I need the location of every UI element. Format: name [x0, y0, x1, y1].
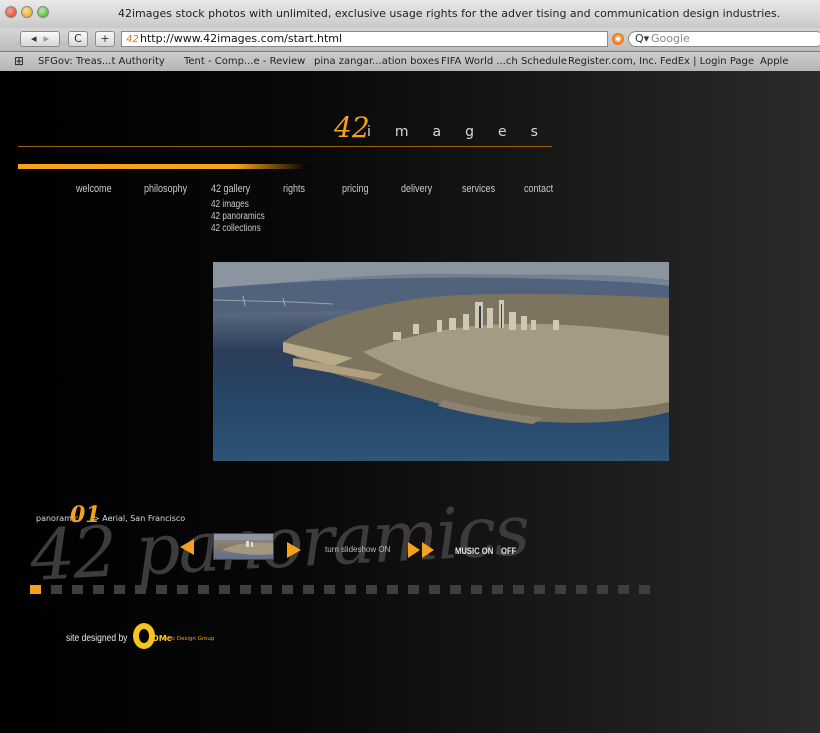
next-arrow-icon[interactable] [287, 542, 301, 558]
panoramic-thumbnail-art [214, 534, 273, 555]
panoramic-photo [213, 262, 669, 461]
nav-services[interactable]: services [462, 183, 495, 195]
search-placeholder: Google [651, 32, 690, 45]
reload-button[interactable]: C [68, 31, 88, 47]
site-favicon-icon: 42 [126, 34, 139, 45]
site-logo-word[interactable]: images [367, 124, 562, 140]
panoramic-photo-art [213, 262, 669, 424]
zoom-window-icon[interactable] [37, 6, 49, 18]
bookmark-item[interactable]: pina zangar...ation boxes [314, 56, 439, 67]
pager-square[interactable] [450, 585, 461, 594]
pager-square[interactable] [72, 585, 83, 594]
nav-sub-42-images[interactable]: 42 images [211, 199, 249, 210]
bookmark-item[interactable]: SFGov: Treas...t Authority [38, 56, 165, 67]
pager-square[interactable] [639, 585, 650, 594]
bookmarks-book-icon[interactable]: ⊞ [14, 54, 24, 68]
header-rule [18, 146, 552, 147]
pager-square[interactable] [198, 585, 209, 594]
pager-square[interactable] [177, 585, 188, 594]
pager-square[interactable] [492, 585, 503, 594]
omc-design-group-link[interactable]: OMc Design Group [163, 636, 214, 642]
pager-square[interactable] [303, 585, 314, 594]
pager-square[interactable] [219, 585, 230, 594]
back-forward-button[interactable]: ◂ ▸ [20, 31, 60, 47]
pager-square[interactable] [429, 585, 440, 594]
nav-contact[interactable]: contact [524, 183, 553, 195]
nav-sub-42-collections[interactable]: 42 collections [211, 223, 261, 234]
header-accent-bar [18, 164, 308, 169]
nav-pricing[interactable]: pricing [342, 183, 369, 195]
search-input[interactable]: Q▾ Google [628, 31, 820, 47]
pager-square[interactable] [618, 585, 629, 594]
search-icon: Q▾ [635, 32, 650, 45]
nav-42-gallery[interactable]: 42 gallery [211, 183, 250, 195]
panoramic-thumbnail[interactable] [213, 533, 274, 560]
pager-square[interactable] [282, 585, 293, 594]
back-arrow-icon[interactable]: ◂ [31, 32, 37, 45]
nav-delivery[interactable]: delivery [401, 183, 432, 195]
bookmark-item[interactable]: FedEx | Login Page [660, 56, 754, 67]
pager-square[interactable] [345, 585, 356, 594]
window-left-edge [0, 71, 12, 733]
window-title: 42images stock photos with unlimited, ex… [118, 7, 781, 20]
play-arrow-icon[interactable] [408, 542, 420, 558]
close-window-icon[interactable] [5, 6, 17, 18]
minimize-window-icon[interactable] [21, 6, 33, 18]
pager-square[interactable] [114, 585, 125, 594]
address-bar[interactable]: 42 http://www.42images.com/start.html [121, 31, 608, 47]
pager-square[interactable] [408, 585, 419, 594]
pager-square[interactable] [156, 585, 167, 594]
music-on-button[interactable]: MUSIC ON [455, 546, 493, 556]
site-logo-number[interactable]: 42 [334, 111, 370, 144]
pager-square[interactable] [576, 585, 587, 594]
bookmark-item[interactable]: Apple [760, 56, 788, 67]
pager-square[interactable] [261, 585, 272, 594]
bookmark-item[interactable]: Register.com, Inc. [568, 56, 657, 67]
window-titlebar: 42images stock photos with unlimited, ex… [0, 0, 820, 29]
add-bookmark-button[interactable]: + [95, 31, 115, 47]
pager-square[interactable] [240, 585, 251, 594]
nav-welcome[interactable]: welcome [76, 183, 112, 195]
nav-sub-42-panoramics[interactable]: 42 panoramics [211, 211, 265, 222]
bookmarks-bar: ⊞ SFGov: Treas...t Authority Tent - Comp… [0, 52, 820, 72]
bookmark-item[interactable]: FIFA World ...ch Schedule [441, 56, 567, 67]
pager-square[interactable] [597, 585, 608, 594]
pager-square[interactable] [513, 585, 524, 594]
rss-icon[interactable]: ◉ [612, 33, 624, 45]
credit-label: site designed by [66, 633, 128, 644]
pager-square[interactable] [555, 585, 566, 594]
pager-square[interactable] [387, 585, 398, 594]
bookmark-item[interactable]: Tent - Comp...e - Review [184, 56, 305, 67]
play-arrow-icon[interactable] [422, 542, 434, 558]
pager-square[interactable] [471, 585, 482, 594]
pager-square[interactable] [324, 585, 335, 594]
omc-logo-inner [139, 629, 149, 643]
pager-square[interactable] [135, 585, 146, 594]
window-controls [5, 6, 49, 18]
pager-square[interactable] [30, 585, 41, 594]
address-url: http://www.42images.com/start.html [140, 32, 343, 45]
panoramic-caption: > Aerial, San Francisco [93, 514, 186, 523]
pager-square[interactable] [93, 585, 104, 594]
previous-arrow-icon[interactable] [180, 539, 194, 555]
browser-toolbar: ◂ ▸ C + 42 http://www.42images.com/start… [0, 28, 820, 52]
slideshow-toggle[interactable]: turn slideshow ON [325, 545, 390, 554]
pager-square[interactable] [534, 585, 545, 594]
nav-philosophy[interactable]: philosophy [144, 183, 187, 195]
pager-square[interactable] [366, 585, 377, 594]
forward-arrow-icon[interactable]: ▸ [44, 32, 50, 45]
pager-square[interactable] [51, 585, 62, 594]
nav-rights[interactable]: rights [283, 183, 305, 195]
music-off-button[interactable]: OFF [501, 546, 516, 556]
